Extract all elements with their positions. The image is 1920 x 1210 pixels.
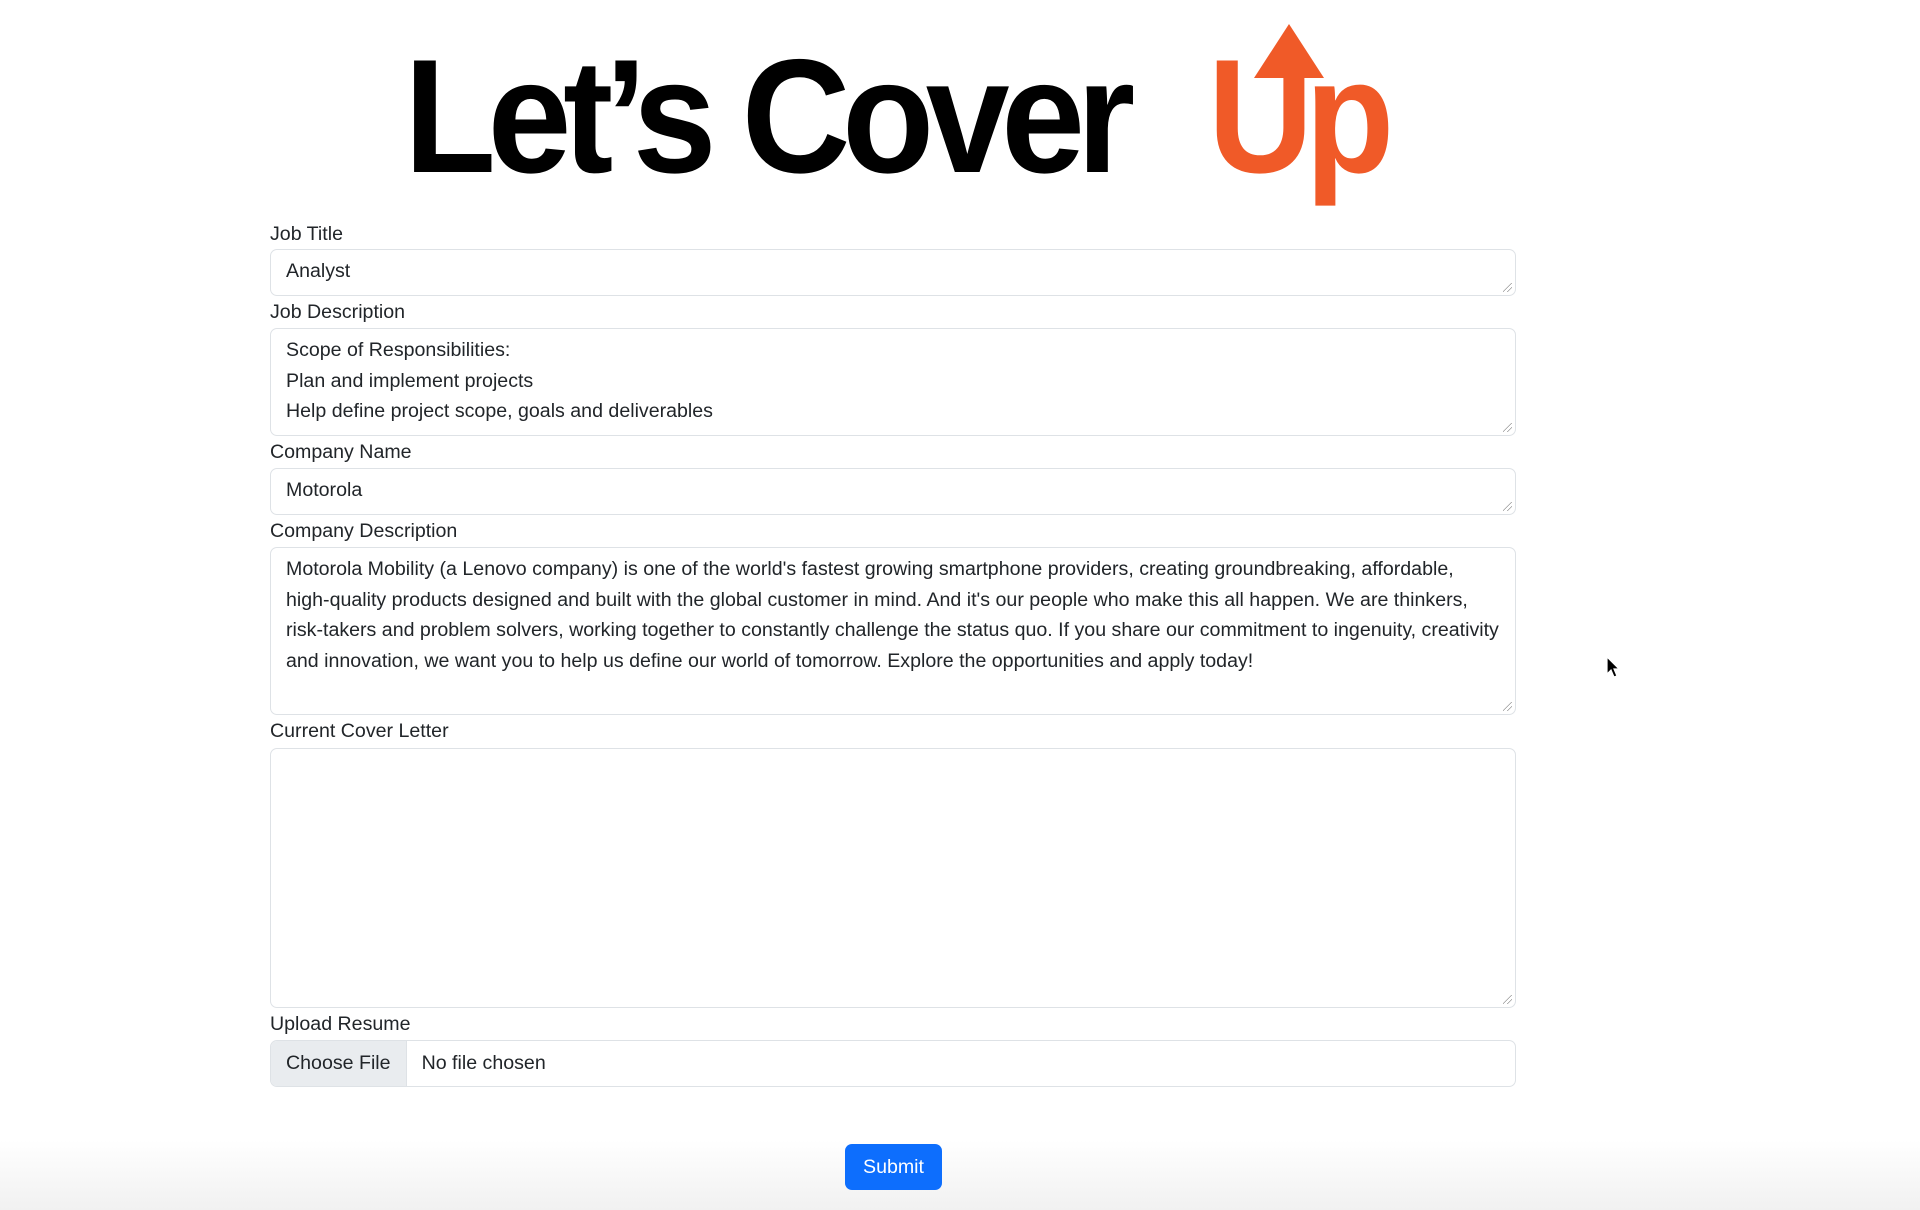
mouse-cursor-icon bbox=[1606, 656, 1621, 678]
job-description-label: Job Description bbox=[270, 301, 406, 323]
submit-button[interactable]: Submit bbox=[845, 1144, 942, 1190]
arrow-up-icon bbox=[1254, 24, 1324, 78]
choose-file-button[interactable]: Choose File bbox=[271, 1041, 407, 1086]
resize-handle-icon[interactable] bbox=[1503, 995, 1512, 1004]
job-description-value: Scope of Responsibilities: Plan and impl… bbox=[286, 339, 713, 423]
resize-handle-icon[interactable] bbox=[1503, 283, 1512, 292]
company-name-value: Motorola bbox=[286, 479, 363, 501]
company-description-textarea[interactable]: Motorola Mobility (a Lenovo company) is … bbox=[270, 547, 1516, 715]
logo: Let’s Cover Up bbox=[404, 14, 1394, 207]
resize-handle-icon[interactable] bbox=[1503, 423, 1512, 432]
job-title-value: Analyst bbox=[286, 260, 351, 282]
job-title-label: Job Title bbox=[270, 223, 343, 245]
cover-letter-textarea[interactable] bbox=[270, 748, 1516, 1008]
company-description-value: Motorola Mobility (a Lenovo company) is … bbox=[286, 558, 1505, 672]
resize-handle-icon[interactable] bbox=[1503, 502, 1512, 511]
cover-letter-label: Current Cover Letter bbox=[270, 720, 449, 742]
company-name-label: Company Name bbox=[270, 441, 412, 463]
upload-resume-label: Upload Resume bbox=[270, 1013, 411, 1035]
company-name-input[interactable]: Motorola bbox=[270, 468, 1516, 515]
job-title-input[interactable]: Analyst bbox=[270, 249, 1516, 296]
file-status: No file chosen bbox=[421, 1052, 546, 1074]
resize-handle-icon[interactable] bbox=[1503, 702, 1512, 711]
page-footer-fade bbox=[0, 1140, 1920, 1210]
job-description-textarea[interactable]: Scope of Responsibilities: Plan and impl… bbox=[270, 328, 1516, 436]
company-description-label: Company Description bbox=[270, 520, 458, 542]
resume-file-input[interactable]: Choose File No file chosen bbox=[270, 1040, 1516, 1087]
logo-text-black: Let’s Cover bbox=[404, 26, 1135, 207]
